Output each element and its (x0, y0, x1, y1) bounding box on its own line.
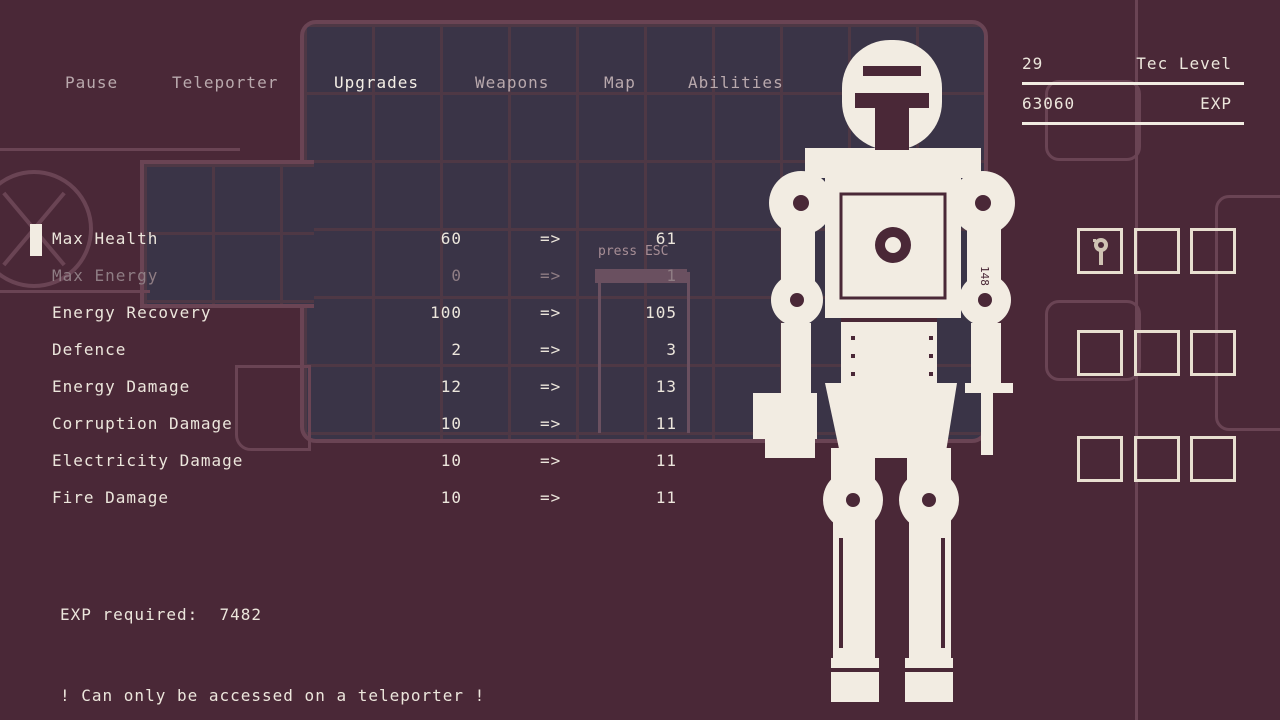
stat-next: 61 (655, 229, 677, 248)
chip-slot[interactable] (1077, 228, 1123, 274)
robot-label: 148 (978, 266, 991, 286)
room-grid-left (140, 160, 314, 308)
chip-slot[interactable] (1077, 330, 1123, 376)
stat-name: Energy Damage (52, 377, 191, 396)
exp-row: 63060 EXP (1022, 84, 1244, 125)
teleporter-notice: ! Can only be accessed on a teleporter ! (60, 686, 486, 705)
chip-slot[interactable] (1134, 330, 1180, 376)
stat-current: 60 (440, 229, 462, 248)
chip-slot[interactable] (1190, 436, 1236, 482)
stat-arrow: => (540, 488, 562, 507)
stat-arrow: => (540, 451, 562, 470)
tab-weapons[interactable]: Weapons (475, 73, 549, 92)
exp-label: EXP (1200, 94, 1232, 113)
stat-arrow: => (540, 303, 562, 322)
stat-name: Corruption Damage (52, 414, 233, 433)
pipe (235, 365, 311, 451)
exp-required-value: 7482 (219, 605, 263, 624)
stat-next: 13 (655, 377, 677, 396)
tab-pause[interactable]: Pause (65, 73, 118, 92)
chip-slot[interactable] (1134, 436, 1180, 482)
stat-current: 12 (440, 377, 462, 396)
chip-slot[interactable] (1190, 228, 1236, 274)
chip-slot[interactable] (1190, 330, 1236, 376)
selection-cursor (30, 224, 42, 256)
stat-current: 2 (451, 340, 462, 359)
stat-current: 100 (430, 303, 462, 322)
pipe (0, 148, 240, 151)
tec-level-value: 29 (1022, 54, 1044, 73)
exp-required-label: EXP required: (60, 605, 199, 624)
tab-teleporter[interactable]: Teleporter (172, 73, 278, 92)
stat-name: Defence (52, 340, 127, 359)
stat-name: Fire Damage (52, 488, 169, 507)
chip-slot[interactable] (1077, 436, 1123, 482)
stat-current: 10 (440, 451, 462, 470)
chip-slot[interactable] (1134, 228, 1180, 274)
stat-name: Energy Recovery (52, 303, 212, 322)
pipe (0, 290, 150, 293)
stat-arrow: => (540, 414, 562, 433)
chip-icon (1093, 238, 1108, 265)
stat-arrow: => (540, 377, 562, 396)
exp-value: 63060 (1022, 94, 1076, 113)
stat-next: 105 (645, 303, 677, 322)
stat-next: 1 (666, 266, 677, 285)
stat-current: 10 (440, 414, 462, 433)
stat-next: 11 (655, 414, 677, 433)
stat-arrow: => (540, 229, 562, 248)
tec-level-row: 29 Tec Level (1022, 44, 1244, 85)
tab-upgrades[interactable]: Upgrades (334, 73, 419, 92)
stat-next: 3 (666, 340, 677, 359)
stat-next: 11 (655, 488, 677, 507)
robot-character: 148 (753, 40, 1015, 702)
tab-map[interactable]: Map (604, 73, 636, 92)
stat-current: 0 (451, 266, 462, 285)
stat-name: Max Energy (52, 266, 159, 285)
stat-arrow: => (540, 266, 562, 285)
stat-current: 10 (440, 488, 462, 507)
exp-required: EXP required: 7482 (60, 605, 262, 624)
stat-name: Max Health (52, 229, 159, 248)
stat-next: 11 (655, 451, 677, 470)
stat-name: Electricity Damage (52, 451, 244, 470)
tec-level-label: Tec Level (1136, 54, 1232, 73)
stat-arrow: => (540, 340, 562, 359)
